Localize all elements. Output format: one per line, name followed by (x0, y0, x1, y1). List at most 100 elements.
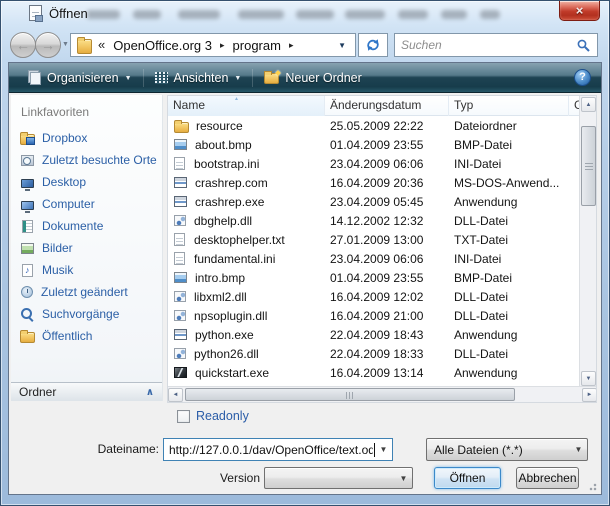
titlebar[interactable]: Öffnen × (0, 0, 610, 28)
file-type-icon (174, 348, 186, 359)
forward-button[interactable]: → (35, 32, 61, 58)
horizontal-scrollbar[interactable]: ◄ ► (168, 386, 597, 402)
file-type-icon (174, 122, 189, 133)
organize-label: Organisieren (47, 71, 119, 85)
file-row[interactable]: crashrep.com 16.04.2009 20:36 MS-DOS-Anw… (168, 173, 581, 192)
history-dropdown-icon[interactable]: ▼ (62, 41, 69, 48)
file-name: python.exe (195, 328, 254, 342)
scroll-down-button[interactable]: ▼ (581, 371, 596, 386)
sidebar-item-icon (21, 179, 34, 188)
breadcrumb-dropdown-icon[interactable]: ▼ (333, 41, 351, 50)
file-name-cell: libxml2.dll (168, 289, 325, 304)
file-row[interactable]: intro.bmp 01.04.2009 23:55 BMP-Datei (168, 268, 581, 287)
breadcrumb-separator-icon[interactable]: ▸ (284, 40, 299, 51)
readonly-row: Readonly (177, 409, 249, 423)
filename-combobox[interactable]: http://127.0.0.1/dav/OpenOffice/text.odt… (163, 438, 393, 461)
sidebar-item[interactable]: Desktop (11, 171, 162, 193)
version-combobox[interactable]: ▼ (264, 467, 413, 489)
open-button[interactable]: Öffnen (434, 467, 501, 489)
blurred-background-text (398, 10, 428, 19)
folders-expander[interactable]: Ordner ∧ (11, 382, 162, 401)
horizontal-scroll-thumb[interactable] (185, 388, 515, 401)
file-name: npsoplugin.dll (194, 309, 267, 323)
sidebar-item[interactable]: Bilder (11, 237, 162, 259)
scroll-right-button[interactable]: ► (582, 388, 597, 402)
sidebar-item[interactable]: Dokumente (11, 215, 162, 237)
cancel-button[interactable]: Abbrechen (516, 467, 579, 489)
new-folder-icon (264, 73, 279, 84)
blurred-background-text (296, 10, 334, 19)
breadcrumb-overflow-icon[interactable]: « (98, 37, 105, 52)
file-row[interactable]: resource 25.05.2009 22:22 Dateiordner (168, 116, 581, 135)
file-name-cell: python.exe (168, 327, 325, 342)
file-row[interactable]: libxml2.dll 16.04.2009 12:02 DLL-Datei (168, 287, 581, 306)
blurred-background-text (133, 10, 161, 19)
filename-label: Dateiname: (49, 442, 159, 456)
filename-value: http://127.0.0.1/dav/OpenOffice/text.odt (164, 443, 373, 457)
readonly-checkbox[interactable] (177, 410, 190, 423)
breadcrumb[interactable]: « OpenOffice.org 3 ▸ program ▸ ▼ (70, 33, 356, 57)
sidebar-item-icon (21, 155, 34, 166)
sidebar-item[interactable]: Zuletzt geändert (11, 281, 162, 303)
file-row[interactable]: dbghelp.dll 14.12.2002 12:32 DLL-Datei (168, 211, 581, 230)
new-folder-button[interactable]: Neuer Ordner (255, 66, 370, 90)
sidebar-item[interactable]: Musik (11, 259, 162, 281)
back-button[interactable]: ← (10, 32, 36, 58)
search-box (394, 33, 598, 57)
sidebar-item[interactable]: Suchvorgänge (11, 303, 162, 325)
scroll-up-button[interactable]: ▲ (581, 97, 596, 112)
filename-dropdown-icon[interactable]: ▼ (375, 445, 392, 454)
breadcrumb-item[interactable]: OpenOffice.org 3 (110, 38, 215, 53)
column-header[interactable]: Name (168, 96, 325, 116)
file-row[interactable]: about.bmp 01.04.2009 23:55 BMP-Datei (168, 135, 581, 154)
file-row[interactable]: npsoplugin.dll 16.04.2009 21:00 DLL-Date… (168, 306, 581, 325)
breadcrumb-item[interactable]: program (230, 38, 284, 53)
breadcrumb-separator-icon[interactable]: ▸ (215, 40, 230, 51)
file-row[interactable]: quickstart.exe 16.04.2009 13:14 Anwendun… (168, 363, 581, 382)
close-button[interactable]: × (559, 1, 600, 21)
organize-button[interactable]: Organisieren ▼ (17, 66, 141, 90)
file-row[interactable]: fundamental.ini 23.04.2009 06:06 INI-Dat… (168, 249, 581, 268)
file-rows: resource 25.05.2009 22:22 Dateiordner ab… (168, 116, 581, 382)
sidebar-item[interactable]: Öffentlich (11, 325, 162, 347)
views-button[interactable]: Ansichten ▼ (146, 66, 251, 90)
sidebar-item[interactable]: Zuletzt besuchte Orte (11, 149, 162, 171)
filetype-combobox[interactable]: Alle Dateien (*.*) ▼ (426, 438, 588, 461)
search-icon[interactable] (576, 38, 591, 53)
sidebar-item[interactable]: Computer (11, 193, 162, 215)
sidebar-item[interactable]: Dropbox (11, 127, 162, 149)
file-row[interactable]: crashrep.exe 23.04.2009 05:45 Anwendung (168, 192, 581, 211)
file-name: python26.dll (194, 347, 259, 361)
organize-icon (26, 70, 41, 85)
vertical-scroll-thumb[interactable] (581, 126, 596, 206)
file-type: DLL-Datei (449, 290, 569, 304)
file-name: intro.bmp (195, 271, 245, 285)
file-date: 23.04.2009 06:06 (325, 252, 449, 266)
file-name: crashrep.exe (195, 195, 264, 209)
help-button[interactable]: ? (574, 69, 591, 86)
file-name-cell: python26.dll (168, 346, 325, 361)
search-input[interactable] (401, 38, 576, 52)
file-row[interactable]: desktophelper.txt 27.01.2009 13:00 TXT-D… (168, 230, 581, 249)
file-type-icon (174, 329, 187, 340)
column-header[interactable]: Änderungsdatum (325, 96, 449, 116)
file-row[interactable]: python26.dll 22.04.2009 18:33 DLL-Datei (168, 344, 581, 363)
file-name-cell: crashrep.exe (168, 194, 325, 209)
file-type-icon (174, 215, 186, 226)
scroll-left-button[interactable]: ◄ (168, 388, 183, 402)
refresh-button[interactable] (358, 33, 388, 57)
resize-grip[interactable] (587, 481, 597, 491)
file-date: 16.04.2009 20:36 (325, 176, 449, 190)
file-row[interactable]: bootstrap.ini 23.04.2009 06:06 INI-Datei (168, 154, 581, 173)
forward-arrow-icon: → (41, 37, 55, 53)
vertical-scrollbar[interactable]: ▲ ▼ (579, 96, 596, 387)
file-date: 14.12.2002 12:32 (325, 214, 449, 228)
file-name: desktophelper.txt (194, 233, 285, 247)
column-header[interactable]: Typ (449, 96, 569, 116)
file-type: DLL-Datei (449, 214, 569, 228)
readonly-label[interactable]: Readonly (196, 409, 249, 423)
file-type: INI-Datei (449, 157, 569, 171)
file-name: quickstart.exe (195, 366, 269, 380)
sidebar-item-label: Desktop (42, 175, 86, 189)
file-row[interactable]: python.exe 22.04.2009 18:43 Anwendung (168, 325, 581, 344)
